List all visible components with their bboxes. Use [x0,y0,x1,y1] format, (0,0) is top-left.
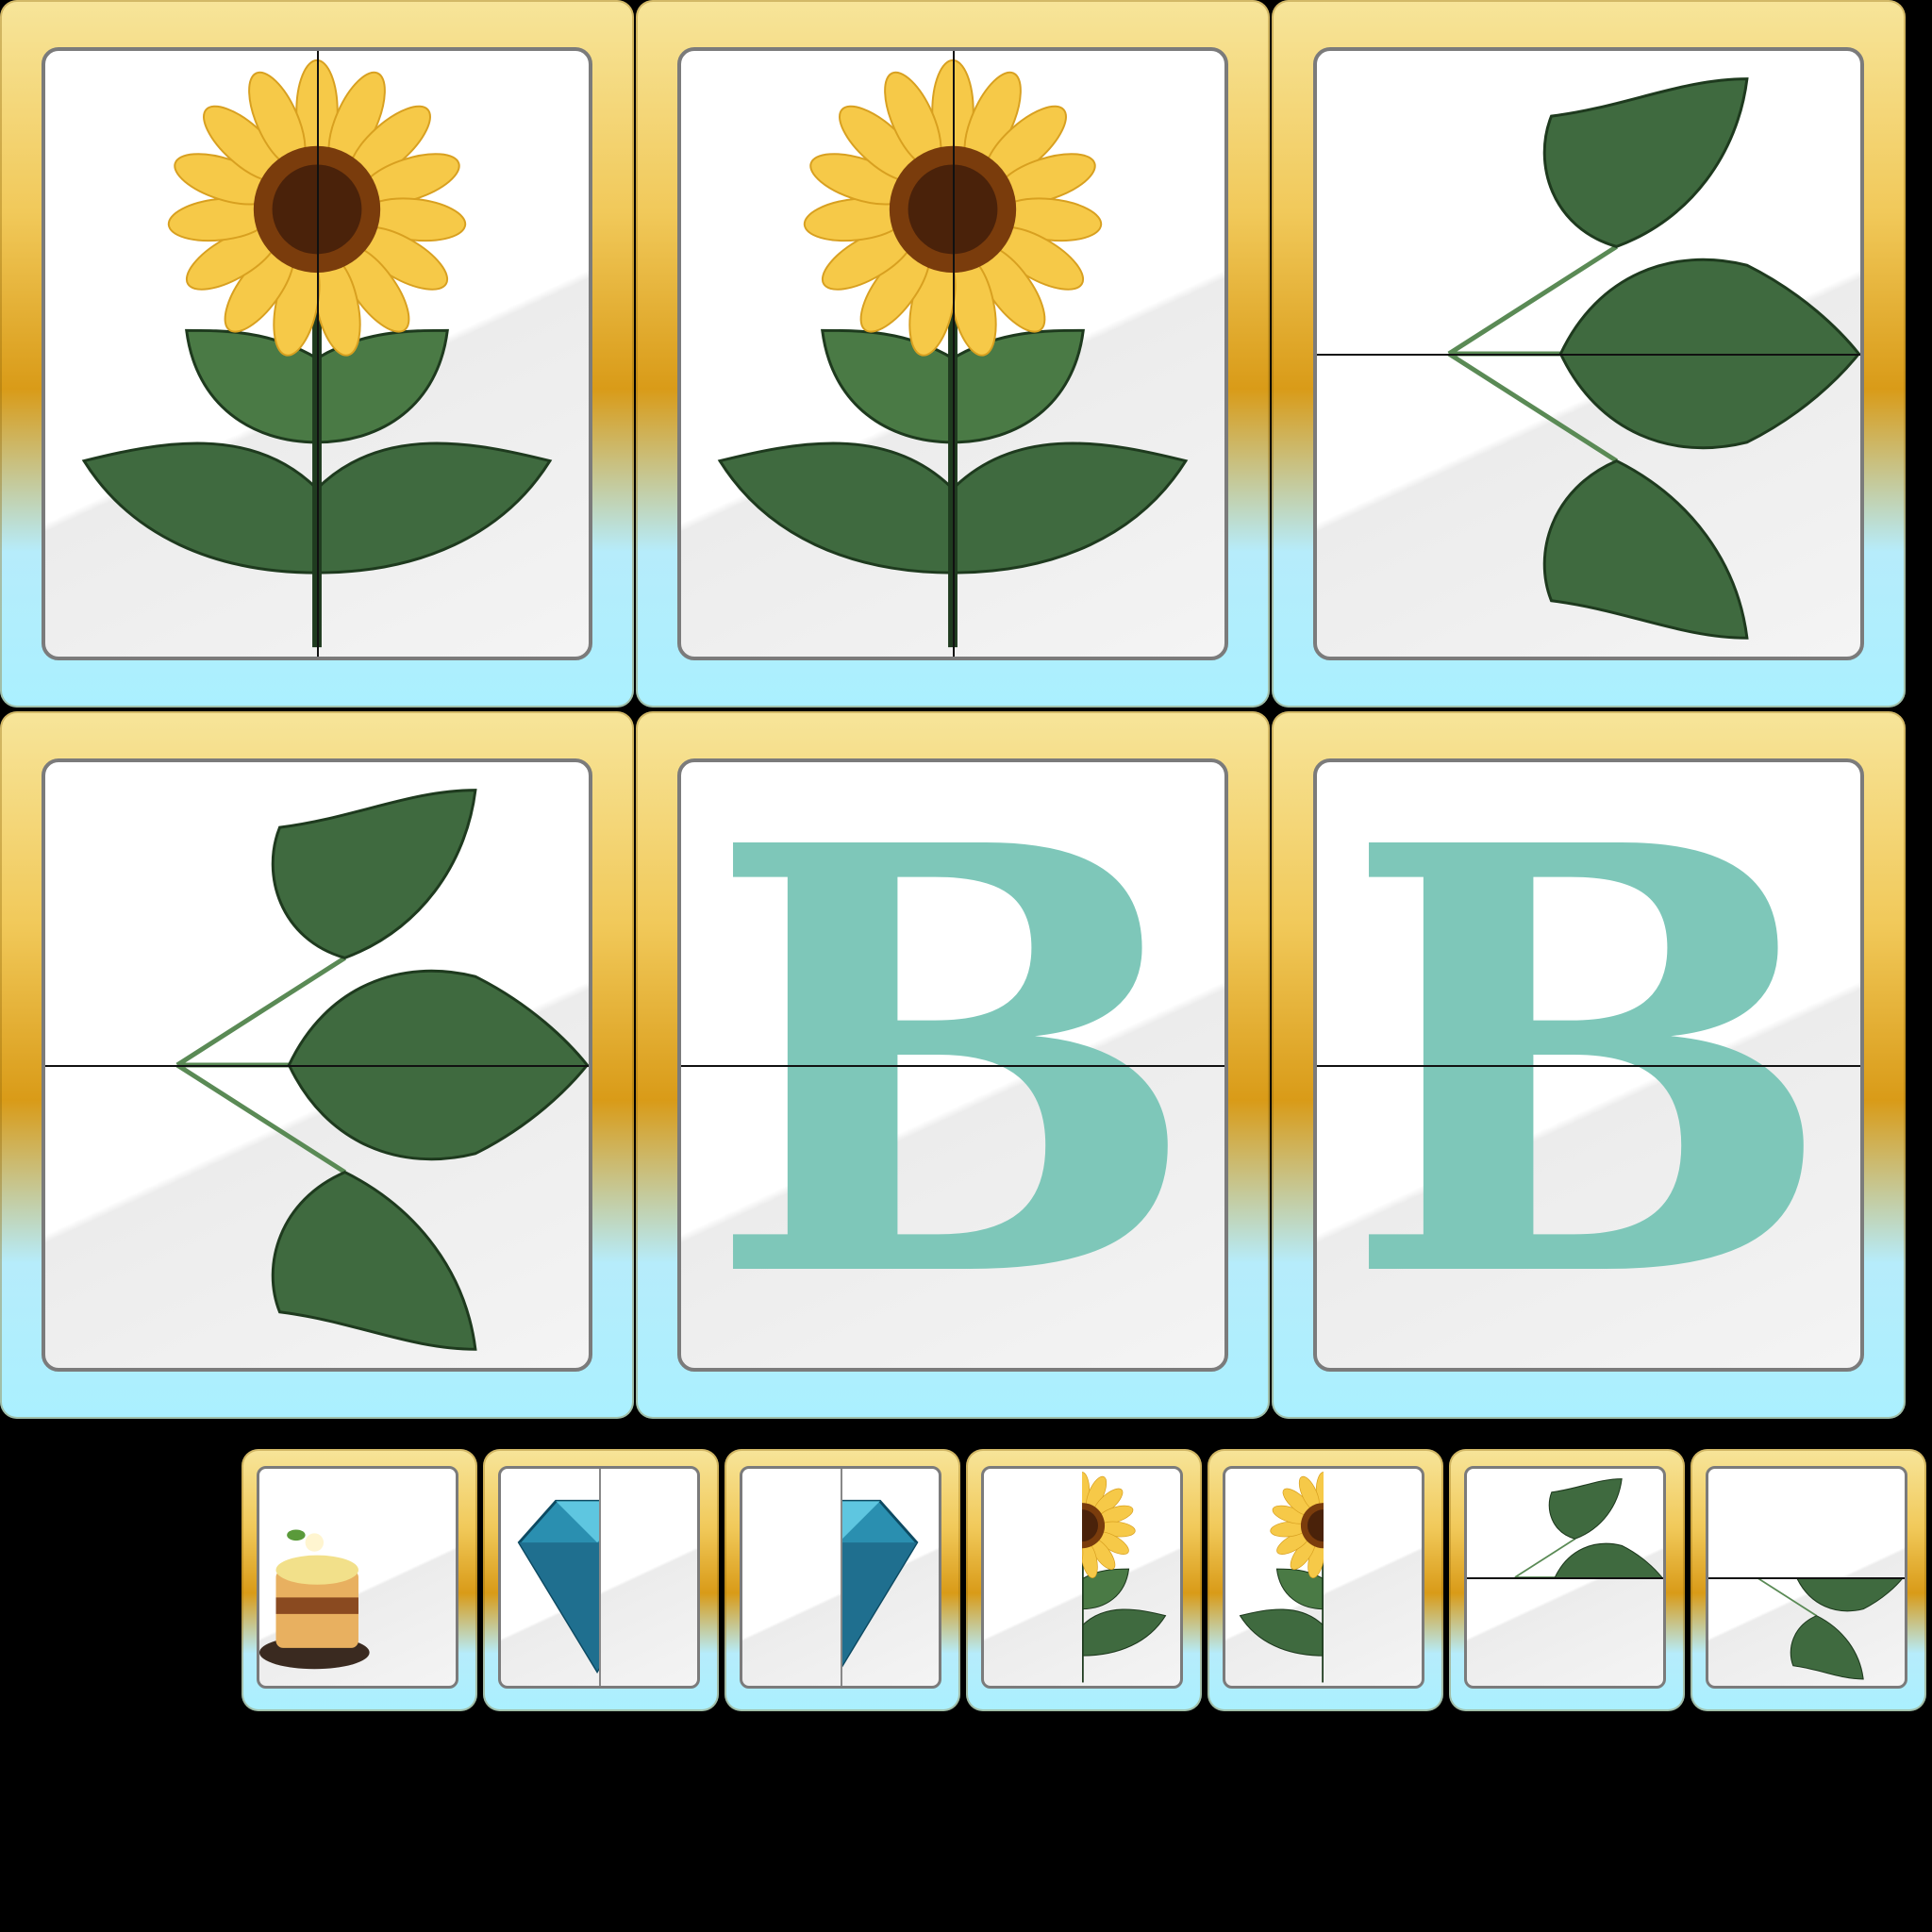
piece-panel [498,1466,700,1689]
split-line [1317,354,1860,356]
card-panel [1313,47,1864,660]
card-1[interactable] [0,0,634,708]
split-line [953,51,955,657]
split-line [1467,1577,1663,1579]
piece-3[interactable] [724,1449,960,1711]
split-line [45,1065,589,1067]
card-6[interactable]: B [1272,711,1906,1419]
card-panel [677,47,1228,660]
split-line [1708,1577,1905,1579]
card-5[interactable]: B [636,711,1270,1419]
split-line [317,51,319,657]
piece-panel [1223,1466,1424,1689]
piece-panel [981,1466,1183,1689]
piece-1[interactable] [242,1449,477,1711]
piece-2[interactable] [483,1449,719,1711]
card-3[interactable] [1272,0,1906,708]
piece-panel [257,1466,458,1689]
piece-panel [740,1466,941,1689]
letter-b-icon: B [705,758,1201,1372]
sunflower-right-half-icon [1082,1469,1180,1686]
card-panel [42,47,592,660]
card-panel: B [677,758,1228,1372]
split-line [681,1065,1224,1067]
piece-4[interactable] [966,1449,1202,1711]
letter-b-icon: B [1341,758,1837,1372]
sunflower-left-half-icon [1225,1469,1324,1686]
split-line [841,1469,842,1686]
piece-panel [1706,1466,1907,1689]
split-line [1317,1065,1860,1067]
split-line [599,1469,601,1686]
piece-panel [1464,1466,1666,1689]
card-panel: B [1313,758,1864,1372]
piece-6[interactable] [1449,1449,1685,1711]
piece-5[interactable] [1208,1449,1443,1711]
piece-7[interactable] [1690,1449,1926,1711]
cake-half-icon [259,1469,456,1686]
card-4[interactable] [0,711,634,1419]
card-panel [42,758,592,1372]
card-2[interactable] [636,0,1270,708]
